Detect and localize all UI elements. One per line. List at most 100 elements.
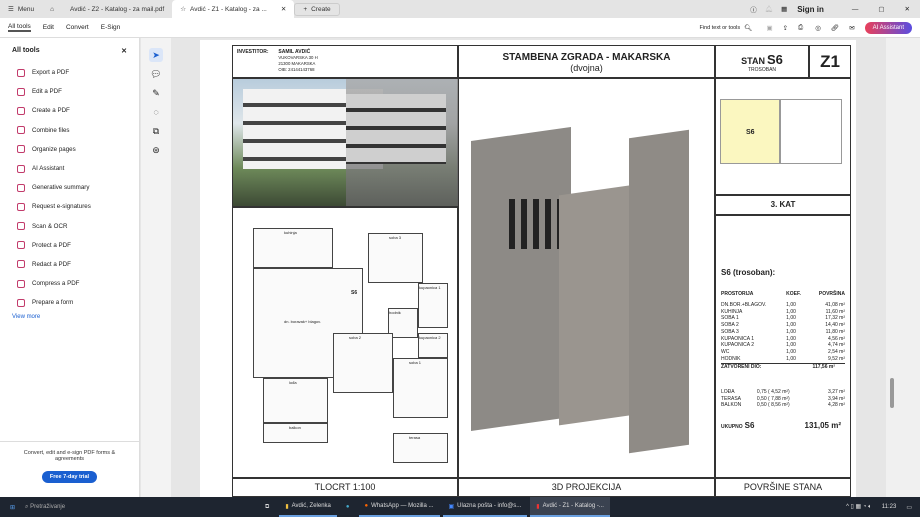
tab-esign[interactable]: E-Sign (101, 24, 121, 31)
select-tool-icon[interactable]: ➤ (149, 48, 163, 62)
tab-z1[interactable]: ☆ Avdić - Z1 - Katalog - za ... ✕ (172, 0, 295, 18)
tab-edit[interactable]: Edit (43, 24, 54, 31)
tool-icon (17, 222, 25, 231)
building-code: Z1 (809, 45, 851, 78)
home-button[interactable]: ⌂ (42, 1, 62, 17)
tool-item[interactable]: Compress a PDF (0, 274, 139, 293)
task-view-icon[interactable]: ⧉ (265, 504, 269, 511)
menu-icon: ☰ (8, 6, 14, 13)
taskbar-app-mail[interactable]: ▣ Ulazna pošta - info@s... (442, 497, 528, 517)
stamp-icon[interactable]: ⊛ (149, 143, 163, 157)
text-select-icon[interactable]: ⧉ (149, 124, 163, 138)
tool-icon (17, 126, 25, 135)
taskbar-app-edge[interactable]: ● (340, 497, 356, 517)
3d-caption: 3D PROJEKCIJA (458, 478, 715, 497)
table-row: DN.BOR.+BLAGOV. 1,00 41,08 m² (721, 301, 845, 308)
menu-button[interactable]: ☰ Menu (0, 1, 42, 17)
taskbar-app-explorer[interactable]: ▮ Avdić, Zelenka (279, 497, 337, 517)
floor-plan: kuhinja dn. boravak+ blagov. soba 3 kupa… (232, 207, 458, 478)
area-table: S6 (trosoban): PROSTORIJA KOEF. POVRŠINA DN… (715, 215, 851, 478)
table-row: KUHINJA 1,00 11,60 m² (721, 308, 845, 315)
right-rail (886, 38, 920, 497)
home-icon: ⌂ (50, 5, 55, 13)
taskbar: ⊞ ⌕ Pretraživanje ⧉ ▮ Avdić, Zelenka ● ● W… (0, 497, 920, 517)
tray-icons[interactable]: ^ ▯ ▦ ◔ 🔈︎ (846, 503, 872, 511)
tab-convert[interactable]: Convert (66, 24, 89, 31)
pdf-page: INVESTITOR: SAMIL AVDIĆ VUKOVARSKA 30 H … (200, 40, 856, 497)
all-tools-panel: All tools ✕ Export a PDF Edit a PDF Create… (0, 38, 140, 497)
tool-item[interactable]: Generative summary (0, 178, 139, 197)
tool-icon (17, 68, 25, 77)
view-more-link[interactable]: View more (0, 314, 139, 320)
scrollbar-thumb[interactable] (890, 378, 894, 408)
search-icon[interactable]: 🔍︎ (744, 24, 752, 32)
clock[interactable]: 11:23 (882, 504, 897, 510)
tool-icon (17, 298, 25, 307)
toolbar: All tools Edit Convert E-Sign Find text … (0, 18, 920, 38)
create-button[interactable]: + Create (294, 2, 340, 16)
taskbar-app-firefox[interactable]: ● WhatsApp — Mozilla ... (358, 497, 440, 517)
table-header: PROSTORIJA KOEF. POVRŠINA (721, 291, 845, 298)
windows-start-icon[interactable]: ⊞ (10, 504, 15, 511)
tool-icon (17, 87, 25, 96)
draw-icon[interactable]: ◌ (149, 105, 163, 119)
tool-item[interactable]: Edit a PDF (0, 82, 139, 101)
project-title: STAMBENA ZGRADA - MAKARSKA (dvojna) (458, 45, 715, 78)
share-icon[interactable]: ◎ (815, 24, 821, 32)
close-panel-icon[interactable]: ✕ (121, 47, 127, 55)
tool-icon (17, 106, 25, 115)
tool-item[interactable]: AI Assistant (0, 159, 139, 178)
tool-item[interactable]: Combine files (0, 121, 139, 140)
comment-icon[interactable]: 💬︎ (149, 67, 163, 81)
areas-caption: POVRŠINE STANA (715, 478, 851, 497)
rooms-table: PROSTORIJA KOEF. POVRŠINA DN.BOR.+BLAGOV. 1,… (721, 291, 845, 362)
tool-item[interactable]: Create a PDF (0, 101, 139, 120)
table-row: TERASA 0,50 ( 7,88 m²) 3,94 m² (721, 395, 845, 402)
close-tab-icon[interactable]: ✕ (281, 5, 286, 13)
close-window-button[interactable]: ✕ (905, 5, 910, 13)
tab-all-tools[interactable]: All tools (8, 23, 31, 32)
table-row: WC 1,00 2,54 m² (721, 349, 845, 356)
taskbar-app-acrobat[interactable]: ▮ Avdić - Z1 - Katalog -... (530, 497, 610, 517)
tool-item[interactable]: Prepare a form (0, 293, 139, 312)
taskbar-search[interactable]: ⌕ Pretraživanje (25, 504, 165, 511)
pen-icon[interactable]: ✎ (149, 86, 163, 100)
star-icon: ☆ (180, 6, 187, 13)
unit-label: STAN S6 TROSOBAN (715, 45, 809, 78)
ai-assistant-button[interactable]: AI Assistant (864, 21, 912, 34)
plan-caption: TLOCRT 1:100 (232, 478, 458, 497)
notifications-icon[interactable]: ▭ (906, 504, 912, 511)
open-areas-table: LOĐA 0,75 ( 4,52 m²) 3,27 m² TERASA 0,50 ( 7… (721, 388, 845, 409)
link-icon[interactable]: 🔗︎ (831, 24, 839, 32)
table-row: SOBA 1 1,00 17,32 m² (721, 315, 845, 322)
tool-item[interactable]: Request e-signatures (0, 197, 139, 216)
promo-text: Convert, edit and e-sign PDF forms & agr… (23, 450, 116, 462)
tool-item[interactable]: Redact a PDF (0, 255, 139, 274)
tool-item[interactable]: Organize pages (0, 140, 139, 159)
sign-in-button[interactable]: Sign in (797, 5, 824, 14)
upload-icon[interactable]: ⇪ (783, 24, 788, 32)
tool-icon (17, 145, 25, 154)
free-trial-button[interactable]: Free 7-day trial (41, 471, 98, 483)
tool-item[interactable]: Scan & OCR (0, 217, 139, 236)
minimize-button[interactable]: — (852, 6, 859, 13)
table-row: KUPAONICA 2 1,00 4,74 m² (721, 342, 845, 349)
tool-icon (17, 183, 25, 192)
bell-icon[interactable]: 🔔︎ (765, 5, 773, 13)
tool-icon (17, 279, 25, 288)
maximize-button[interactable]: ▢ (878, 5, 884, 13)
investor-block: INVESTITOR: SAMIL AVDIĆ VUKOVARSKA 30 H … (232, 45, 458, 78)
mail-icon[interactable]: ✉ (849, 24, 854, 32)
help-icon[interactable]: ⓘ (750, 4, 757, 14)
tool-item[interactable]: Export a PDF (0, 63, 139, 82)
save-icon[interactable]: ▣ (766, 24, 772, 32)
3d-projection (458, 78, 715, 478)
tool-item[interactable]: Protect a PDF (0, 236, 139, 255)
print-icon[interactable]: ⎙ (798, 24, 803, 32)
apps-icon[interactable]: ▦ (781, 5, 787, 13)
floor-key-plan: S6 (715, 78, 851, 195)
find-input[interactable]: Find text or tools (700, 25, 741, 31)
table-row: HODNIK 1,00 9,52 m² (721, 356, 845, 363)
tab-z2[interactable]: Avdić - Z2 - Katalog - za mail.pdf (62, 1, 172, 17)
panel-title: All tools (12, 47, 40, 54)
